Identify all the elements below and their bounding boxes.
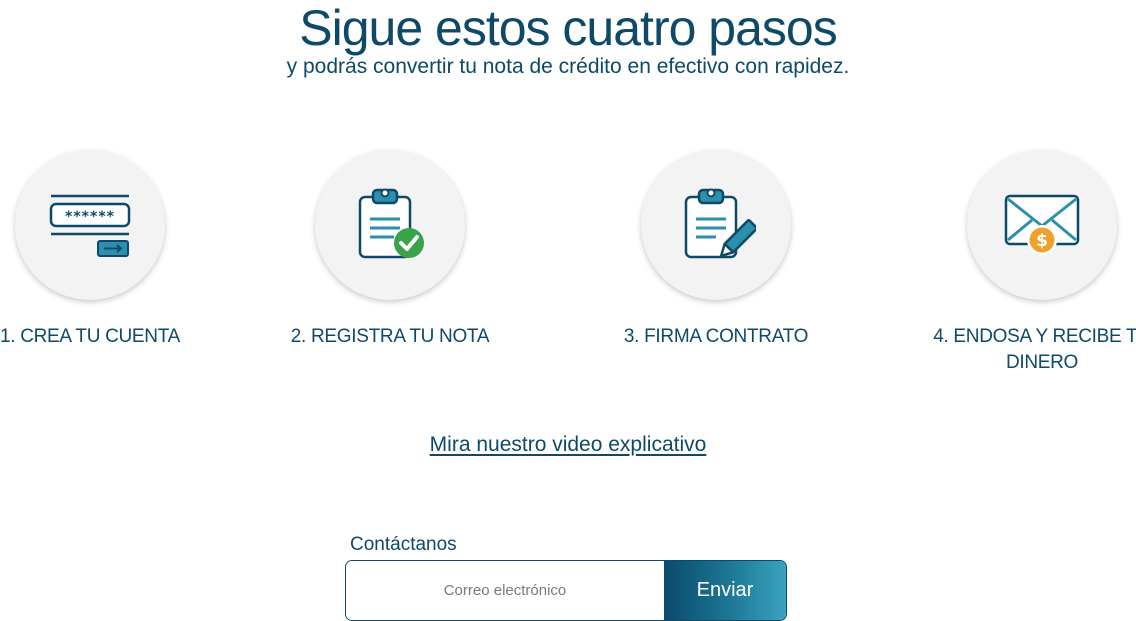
- step-icon-circle: [641, 150, 791, 300]
- clipboard-pencil-icon: [684, 188, 756, 259]
- contact-label: Contáctanos: [350, 534, 457, 555]
- video-link-container: Mira nuestro video explicativo: [0, 432, 1136, 458]
- step-label: 4. ENDOSA Y RECIBE TU DINERO: [933, 326, 1136, 373]
- step-register-note: 2. REGISTRA TU NOTA: [280, 150, 500, 350]
- step-endorse-receive: $ 4. ENDOSA Y RECIBE TU DINERO: [932, 150, 1136, 376]
- svg-text:$: $: [1036, 231, 1048, 251]
- envelope-money-icon: $: [1004, 194, 1080, 255]
- clipboard-check-icon: [358, 188, 424, 259]
- step-icon-circle: $: [967, 150, 1117, 300]
- svg-text:******: ******: [65, 209, 115, 225]
- watch-video-link[interactable]: Mira nuestro video explicativo: [430, 433, 707, 456]
- password-card-icon: ******: [49, 194, 131, 257]
- step-sign-contract: 3. FIRMA CONTRATO: [606, 150, 826, 350]
- step-create-account: ****** 1. CREA TU CUENTA: [0, 150, 200, 350]
- step-label: 3. FIRMA CONTRATO: [623, 326, 809, 347]
- page-subtitle: y podrás convertir tu nota de crédito en…: [286, 55, 850, 78]
- step-icon-circle: [315, 150, 465, 300]
- page-title: Sigue estos cuatro pasos: [299, 0, 837, 56]
- email-input[interactable]: [346, 561, 664, 620]
- step-label: 1. CREA TU CUENTA: [0, 326, 180, 347]
- contact-form: Enviar: [345, 560, 787, 621]
- step-label: 2. REGISTRA TU NOTA: [290, 326, 490, 347]
- step-icon-circle: ******: [15, 150, 165, 300]
- send-button[interactable]: Enviar: [664, 561, 786, 620]
